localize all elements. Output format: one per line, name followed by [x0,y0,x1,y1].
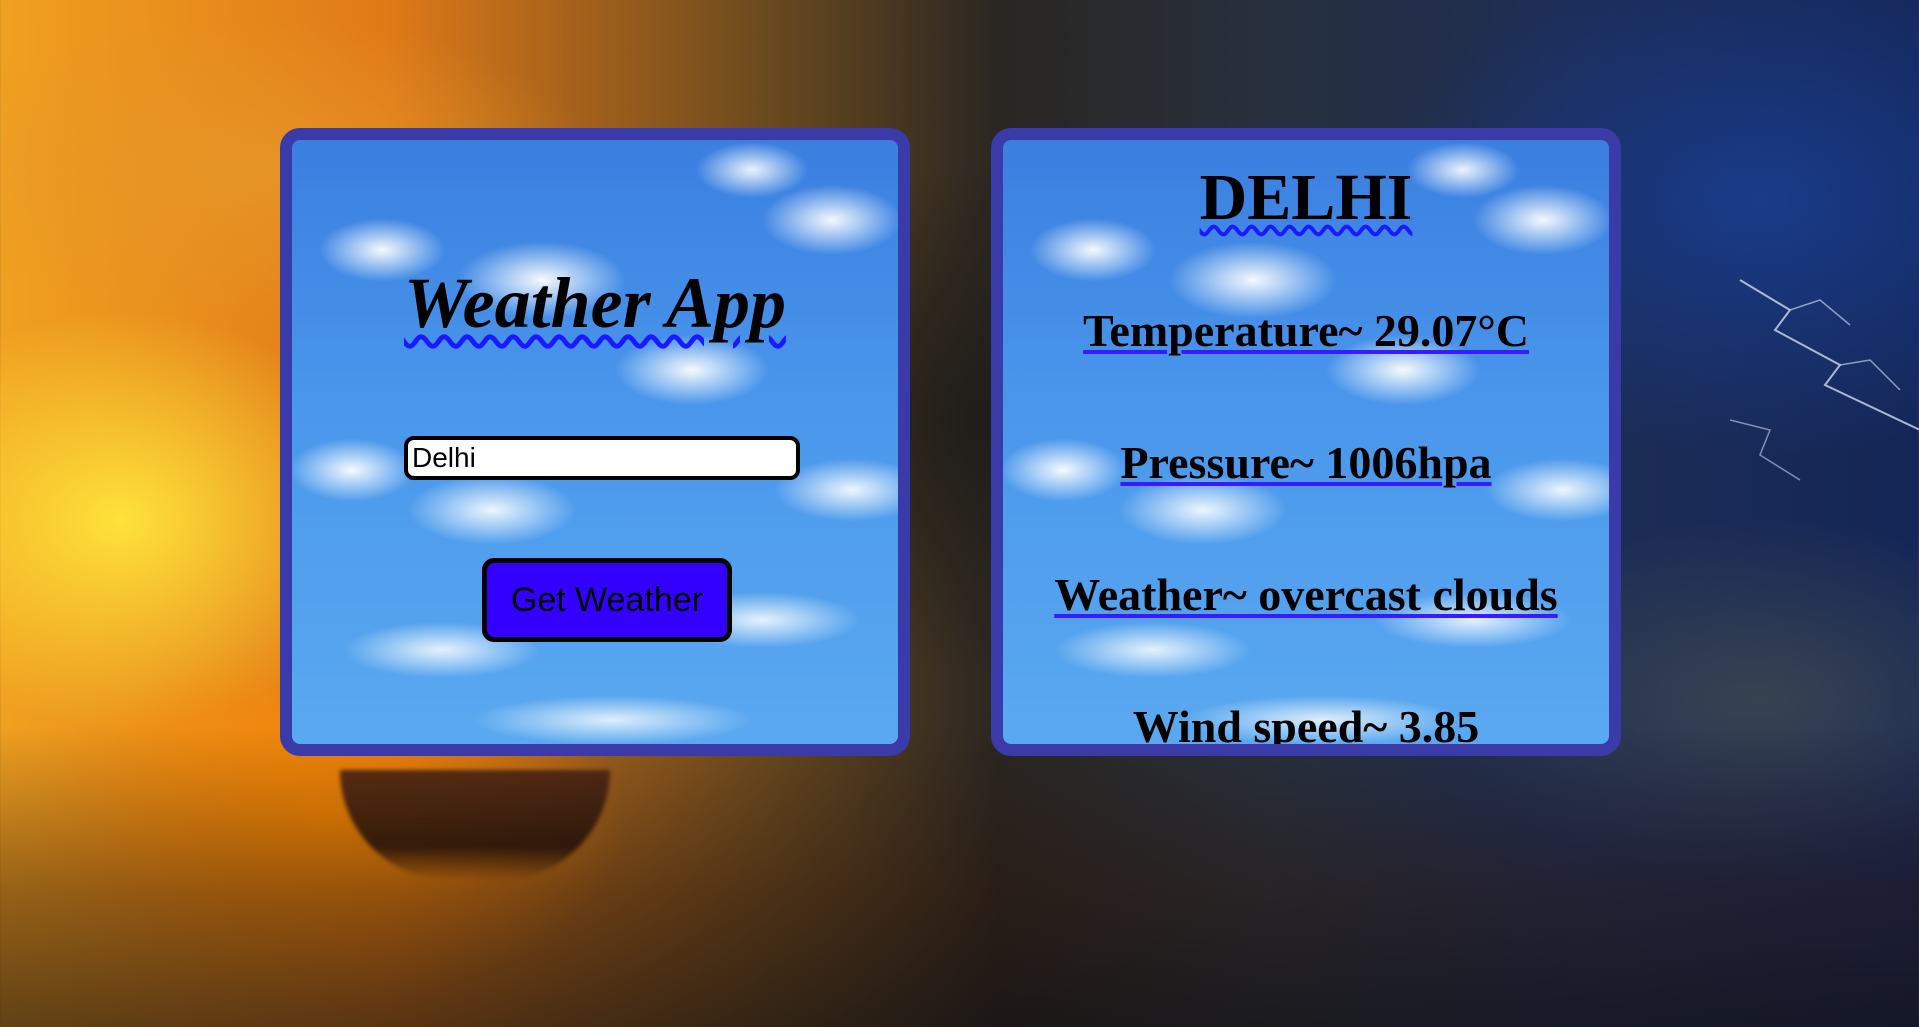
city-name: DELHI [1199,161,1413,234]
temperature-text: Temperature~ 29.07°C [1082,305,1530,356]
search-card: Weather App Get Weather [280,128,910,756]
weather-description-text: Weather~ overcast clouds [1054,569,1558,620]
pressure-text: Pressure~ 1006hpa [1120,437,1492,488]
wind-speed-text: Wind speed~ 3.85 [1132,701,1480,752]
lightning-graphic [1730,279,1919,481]
weather-result-card: DELHI Temperature~ 29.07°C Pressure~ 100… [991,128,1621,756]
background-ground [0,727,1919,1027]
get-weather-button[interactable]: Get Weather [482,558,732,642]
city-search-input[interactable] [404,436,800,480]
app-title: Weather App [403,263,786,343]
